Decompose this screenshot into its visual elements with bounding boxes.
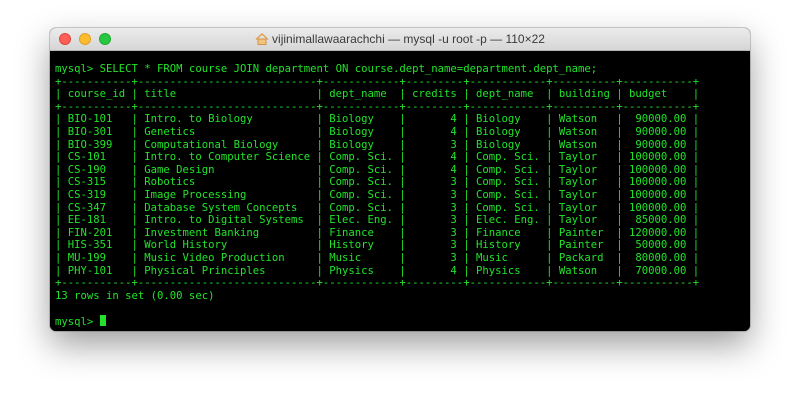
window-title-text: vijinimallawaarachchi — mysql -u root -p… — [272, 32, 545, 46]
table-row: | BIO-399 | Computational Biology | Biol… — [55, 138, 700, 151]
table-row: | EE-181 | Intro. to Digital Systems | E… — [55, 214, 700, 227]
table-row: | BIO-301 | Genetics | Biology | 4 | Bio… — [55, 125, 700, 138]
table-row: | BIO-101 | Intro. to Biology | Biology … — [55, 113, 700, 126]
table-row: | CS-347 | Database System Concepts | Co… — [55, 201, 700, 214]
terminal-window: vijinimallawaarachchi — mysql -u root -p… — [50, 28, 750, 331]
table-row: | CS-319 | Image Processing | Comp. Sci.… — [55, 188, 700, 201]
table-row: | PHY-101 | Physical Principles | Physic… — [55, 264, 700, 277]
prompt-text: mysql> — [55, 315, 100, 328]
text-cursor — [99, 314, 106, 326]
result-summary: 13 rows in set (0.00 sec) — [55, 289, 215, 302]
table-row: | CS-101 | Intro. to Computer Science | … — [55, 151, 700, 164]
table-header-row: | course_id | title | dept_name | credit… — [55, 88, 700, 101]
table-border: +-----------+---------------------------… — [55, 75, 700, 88]
result-table: +-----------+---------------------------… — [55, 76, 750, 290]
table-row: | MU-199 | Music Video Production | Musi… — [55, 251, 700, 264]
table-row: | HIS-351 | World History | History | 3 … — [55, 239, 700, 252]
terminal-output[interactable]: mysql> SELECT * FROM course JOIN departm… — [50, 51, 750, 331]
table-row: | CS-190 | Game Design | Comp. Sci. | 4 … — [55, 163, 700, 176]
prompt-line[interactable]: mysql> — [55, 314, 750, 328]
table-row: | FIN-201 | Investment Banking | Finance… — [55, 226, 700, 239]
table-border: +-----------+---------------------------… — [55, 100, 700, 113]
home-icon — [255, 33, 269, 45]
table-row: | CS-315 | Robotics | Comp. Sci. | 3 | C… — [55, 176, 700, 189]
table-border: +-----------+---------------------------… — [55, 277, 700, 290]
query-line: mysql> SELECT * FROM course JOIN departm… — [55, 63, 598, 75]
title-bar[interactable]: vijinimallawaarachchi — mysql -u root -p… — [50, 28, 750, 51]
window-title: vijinimallawaarachchi — mysql -u root -p… — [50, 32, 750, 46]
